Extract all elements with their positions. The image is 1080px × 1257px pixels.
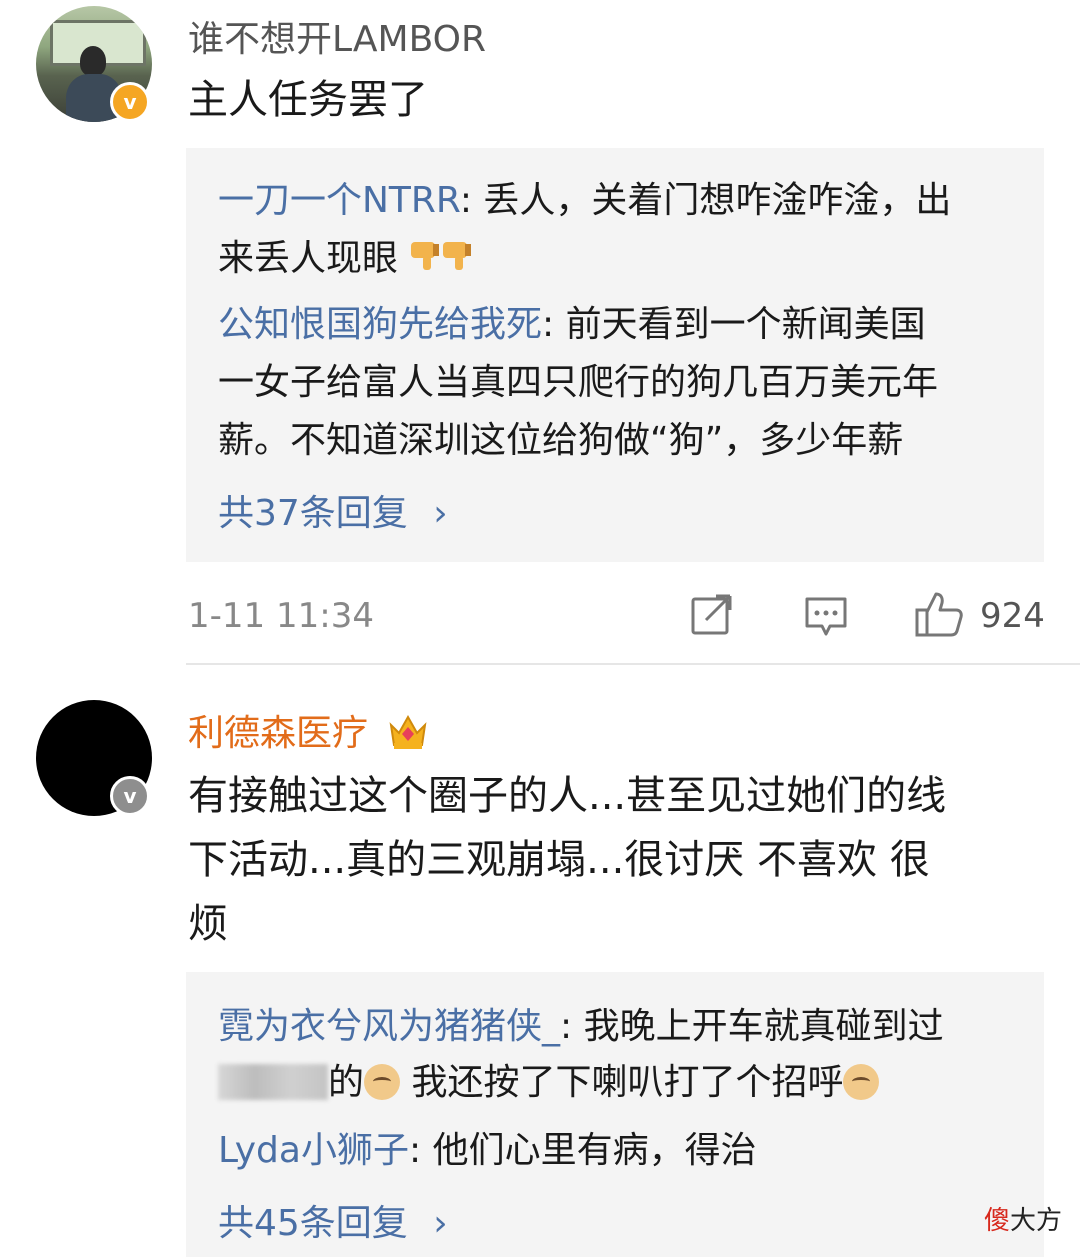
comment-text: 下活动...真的三观崩塌...很讨厌 不喜欢 很 (188, 837, 930, 883)
comment-icon[interactable] (804, 596, 848, 638)
reply-text: 的 (328, 1062, 365, 1103)
comment-username[interactable]: 利德森医疗 (188, 704, 429, 756)
reply-username[interactable]: 一刀一个NTRR (218, 180, 460, 221)
comment-timestamp: 1-11 11:34 (188, 596, 374, 636)
more-replies-link[interactable]: 共37条回复 › (218, 484, 448, 536)
reply-text: 我还按了下喇叭打了个招呼 (400, 1062, 844, 1103)
reply-text: 薪。不知道深圳这位给狗做“狗”，多少年薪 (218, 420, 904, 461)
more-replies-label: 共45条回复 (218, 1203, 408, 1244)
like-icon[interactable] (914, 590, 964, 638)
reply-line: 一刀一个NTRR: 丢人，关着门想咋淦咋淦，出 (218, 172, 951, 230)
reply-box: 一刀一个NTRR: 丢人，关着门想咋淦咋淦，出 来丢人现眼 公知恨国狗先给我死:… (186, 148, 1044, 562)
comment-text: 主人任务罢了 (188, 77, 428, 123)
watermark-red-text: 傻 (983, 1206, 1010, 1236)
watermark-text: 大方 (1009, 1206, 1062, 1236)
comment-text: 烦 (188, 901, 228, 947)
watermark: 傻大方 (984, 1200, 1062, 1237)
comment-username[interactable]: 谁不想开LAMBOR (188, 10, 486, 62)
comment-username-text: 利德森医疗 (188, 713, 369, 754)
comment-text: 有接触过这个圈子的人...甚至见过她们的线 (188, 773, 947, 819)
thumbs-down-icon (411, 242, 440, 270)
reply-text: 一女子给富人当真四只爬行的狗几百万美元年 (218, 362, 939, 403)
reply-text: 我晚上开车就真碰到过 (583, 1006, 944, 1047)
reply-separator: : (542, 304, 566, 345)
reply-text: 他们心里有病，得治 (432, 1130, 757, 1171)
reply-line: Lyda小狮子: 他们心里有病，得治 (218, 1122, 757, 1180)
blurred-text (218, 1064, 328, 1100)
chevron-right-icon: › (433, 1203, 448, 1244)
avatar-figure-head (80, 46, 106, 76)
doge-emoji-icon (843, 1064, 880, 1100)
reply-text: 来丢人现眼 (218, 238, 399, 279)
crown-icon (390, 714, 427, 749)
reply-separator: : (459, 180, 484, 221)
more-replies-link[interactable]: 共45条回复 › (218, 1194, 448, 1246)
thumbs-down-icon (443, 242, 472, 270)
like-count: 924 (980, 596, 1045, 636)
reply-line: 公知恨国狗先给我死: 前天看到一个新闻美国 (218, 296, 926, 354)
verified-badge-icon: v (110, 776, 150, 816)
reply-text: 前天看到一个新闻美国 (565, 304, 926, 345)
reply-line: 的 我还按了下喇叭打了个招呼 (218, 1054, 880, 1112)
reply-separator: : (560, 1006, 584, 1047)
reply-username[interactable]: 公知恨国狗先给我死 (218, 304, 542, 345)
share-icon[interactable] (690, 594, 732, 636)
verified-badge-icon: v (110, 82, 150, 122)
reply-username[interactable]: Lyda小狮子 (218, 1130, 409, 1171)
doge-emoji-icon (364, 1064, 401, 1100)
reply-box: 霓为衣兮风为猪猪侠_: 我晚上开车就真碰到过 的 我还按了下喇叭打了个招呼 Ly… (186, 972, 1044, 1257)
divider (186, 663, 1080, 665)
reply-username[interactable]: 霓为衣兮风为猪猪侠_ (218, 1006, 560, 1047)
chevron-right-icon: › (433, 493, 448, 534)
reply-line: 霓为衣兮风为猪猪侠_: 我晚上开车就真碰到过 (218, 998, 944, 1056)
more-replies-label: 共37条回复 (218, 493, 408, 534)
reply-separator: : (408, 1130, 433, 1171)
reply-text: 丢人，关着门想咋淦咋淦，出 (483, 180, 952, 221)
reply-line: 来丢人现眼 (218, 230, 473, 288)
